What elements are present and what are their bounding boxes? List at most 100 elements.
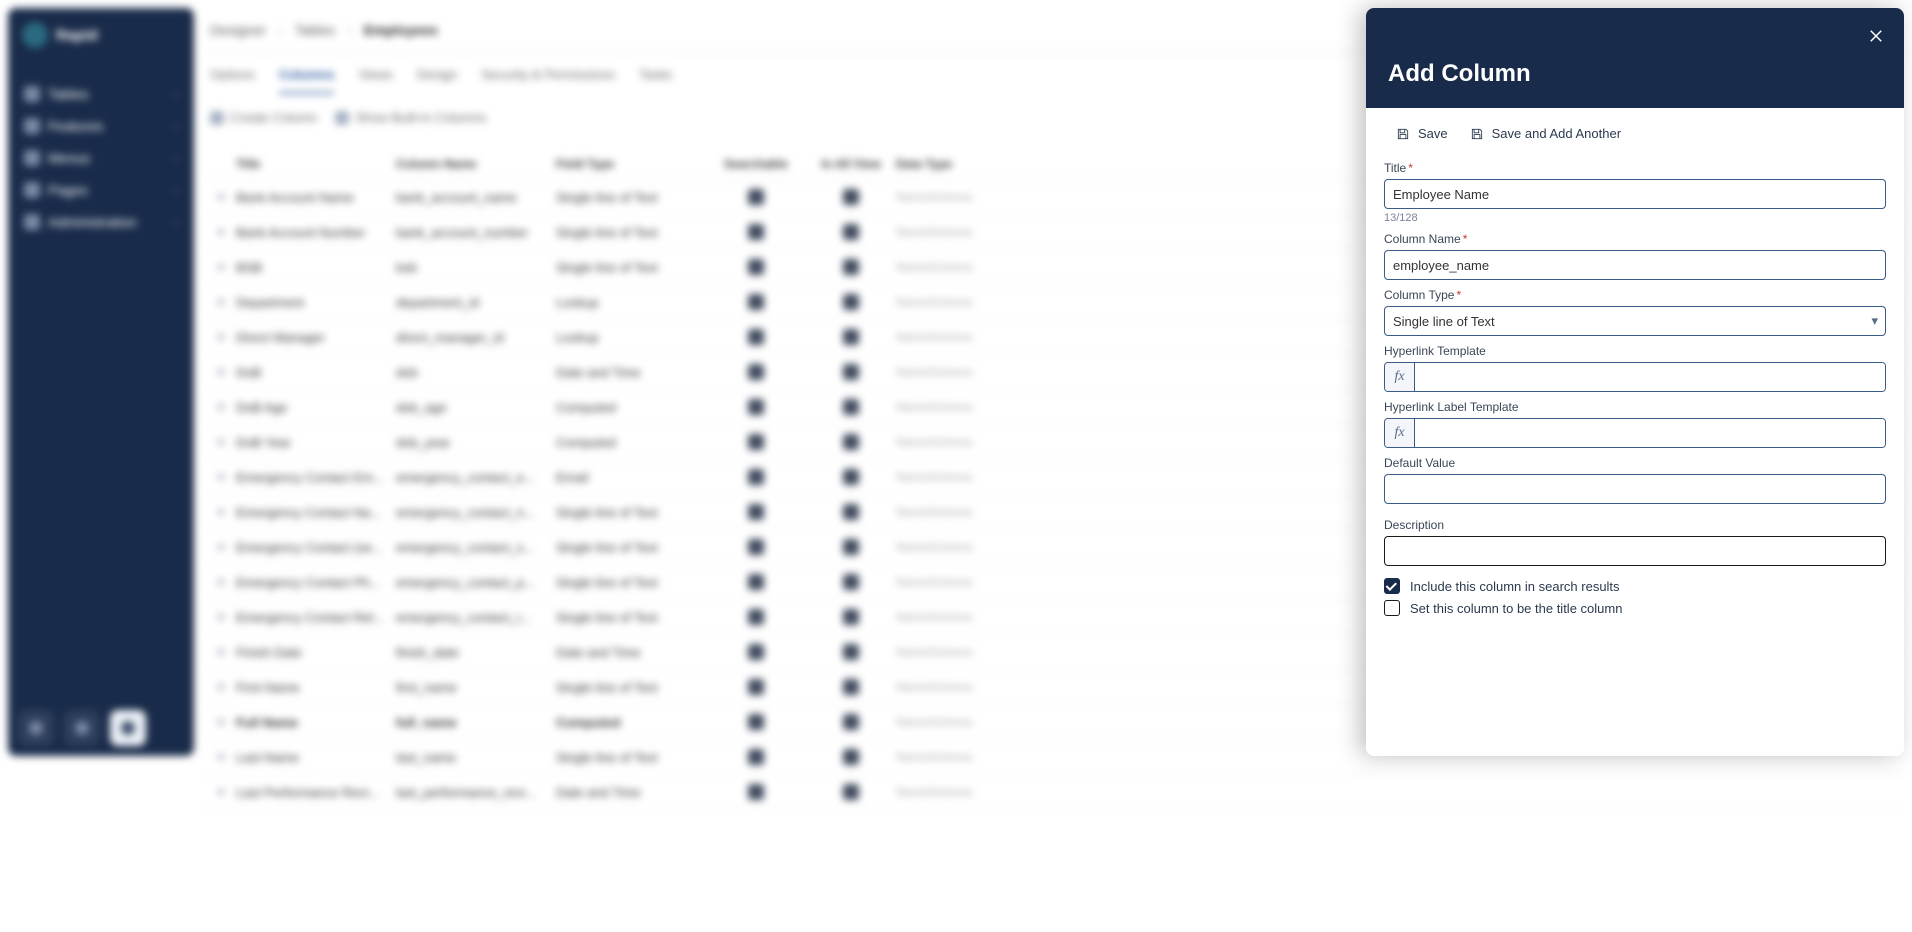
fx-button[interactable]: fx [1385,363,1415,391]
inallview-checkbox[interactable] [843,644,859,660]
searchable-checkbox[interactable] [748,679,764,695]
inallview-checkbox[interactable] [843,329,859,345]
searchable-checkbox[interactable] [748,714,764,730]
sidebar-item[interactable]: Features› [18,110,184,142]
sidebar-item[interactable]: Administration› [18,206,184,238]
drag-handle-icon[interactable] [217,543,225,551]
inallview-checkbox[interactable] [843,434,859,450]
tab[interactable]: Security & Permissions [481,67,615,94]
drag-handle-icon[interactable] [217,263,225,271]
inallview-checkbox[interactable] [843,784,859,800]
drag-handle-icon[interactable] [217,403,225,411]
nav-icon [24,86,40,102]
tab[interactable]: Tasks [639,67,672,94]
drag-handle-icon[interactable] [217,718,225,726]
searchable-checkbox[interactable] [748,224,764,240]
drag-handle-icon[interactable] [217,368,225,376]
drag-handle-icon[interactable] [217,613,225,621]
drag-handle-icon[interactable] [217,508,225,516]
drag-handle-icon[interactable] [217,333,225,341]
save-button[interactable]: Save [1396,126,1448,141]
inallview-checkbox[interactable] [843,294,859,310]
drag-handle-icon[interactable] [217,753,225,761]
searchable-checkbox[interactable] [748,469,764,485]
title-column-checkbox[interactable] [1384,600,1400,616]
nav-icon [24,118,40,134]
inallview-checkbox[interactable] [843,224,859,240]
inallview-checkbox[interactable] [843,364,859,380]
searchable-checkbox[interactable] [748,609,764,625]
searchable-checkbox[interactable] [748,504,764,520]
sidebar-item[interactable]: Menus› [18,142,184,174]
column-name-input[interactable] [1384,250,1886,280]
hyperlink-label-label: Hyperlink Label Template [1384,400,1886,414]
inallview-checkbox[interactable] [843,469,859,485]
breadcrumb-item[interactable]: Tables [295,22,335,38]
default-value-input[interactable] [1384,474,1886,504]
breadcrumb-item[interactable]: Designer [210,22,266,38]
tab[interactable]: Views [358,67,392,94]
drag-handle-icon[interactable] [217,438,225,446]
hyperlink-template-field: fx [1384,362,1886,392]
sidebar-item[interactable]: Tables› [18,78,184,110]
inallview-checkbox[interactable] [843,259,859,275]
searchable-checkbox[interactable] [748,364,764,380]
create-column-button[interactable]: Create Column [210,110,317,125]
brand-row: Rapid [18,22,184,48]
hyperlink-template-input[interactable] [1415,363,1885,391]
show-builtin-toggle[interactable]: Show Built-in Columns [335,110,486,125]
hyperlink-label-input[interactable] [1415,419,1885,447]
inallview-checkbox[interactable] [843,609,859,625]
searchable-checkbox[interactable] [748,294,764,310]
searchable-checkbox[interactable] [748,644,764,660]
plus-icon [210,111,224,125]
searchable-checkbox[interactable] [748,329,764,345]
title-input[interactable] [1384,179,1886,209]
tab[interactable]: Columns [279,67,335,94]
panel-title: Add Column [1388,60,1531,88]
searchable-checkbox[interactable] [748,434,764,450]
include-search-checkbox[interactable] [1384,578,1400,594]
inallview-checkbox[interactable] [843,574,859,590]
table-row[interactable]: Last Performance Revi...last_performance… [206,775,1904,810]
bottom-icon-3[interactable] [110,710,146,746]
inallview-checkbox[interactable] [843,714,859,730]
fx-button[interactable]: fx [1385,419,1415,447]
tab[interactable]: Options [210,67,255,94]
inallview-checkbox[interactable] [843,539,859,555]
tab[interactable]: Design [417,67,457,94]
save-add-another-button[interactable]: Save and Add Another [1470,126,1621,141]
bottom-icon-1[interactable] [18,710,54,746]
searchable-checkbox[interactable] [748,399,764,415]
close-button[interactable] [1862,22,1890,50]
inallview-checkbox[interactable] [843,749,859,765]
include-search-label: Include this column in search results [1410,579,1620,594]
bottom-icon-2[interactable] [64,710,100,746]
drag-handle-icon[interactable] [217,193,225,201]
sidebar-item[interactable]: Pages› [18,174,184,206]
brand-logo-icon [22,22,48,48]
inallview-checkbox[interactable] [843,679,859,695]
inallview-checkbox[interactable] [843,504,859,520]
column-type-select[interactable] [1384,306,1886,336]
inallview-checkbox[interactable] [843,189,859,205]
description-input[interactable] [1384,536,1886,566]
drag-handle-icon[interactable] [217,648,225,656]
drag-handle-icon[interactable] [217,473,225,481]
drag-handle-icon[interactable] [217,578,225,586]
inallview-checkbox[interactable] [843,399,859,415]
drag-handle-icon[interactable] [217,228,225,236]
chevron-right-icon: › [175,217,178,228]
searchable-checkbox[interactable] [748,784,764,800]
column-type-label: Column Type* [1384,288,1886,302]
searchable-checkbox[interactable] [748,259,764,275]
drag-handle-icon[interactable] [217,788,225,796]
searchable-checkbox[interactable] [748,574,764,590]
searchable-checkbox[interactable] [748,189,764,205]
panel-actions: Save Save and Add Another [1384,122,1886,153]
drag-handle-icon[interactable] [217,298,225,306]
searchable-checkbox[interactable] [748,749,764,765]
chevron-right-icon: › [175,121,178,132]
searchable-checkbox[interactable] [748,539,764,555]
drag-handle-icon[interactable] [217,683,225,691]
